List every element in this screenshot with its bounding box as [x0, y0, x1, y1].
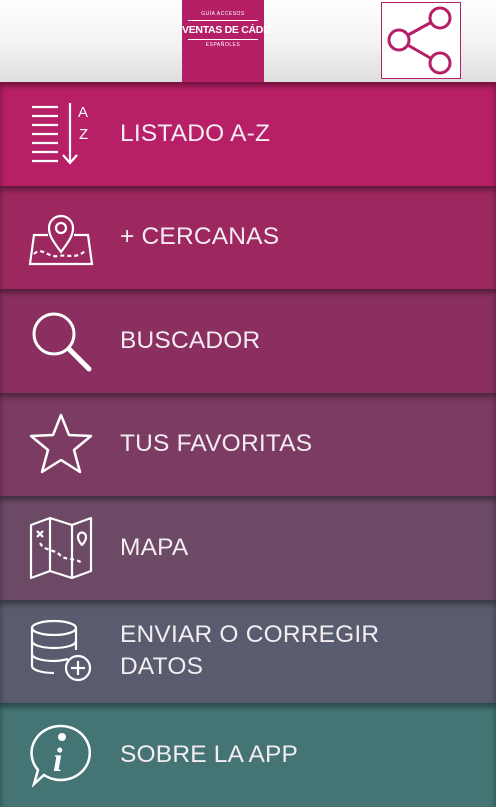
menu-item-listado[interactable]: A Z LISTADO A-Z: [0, 82, 496, 186]
map-pin-icon: [28, 215, 94, 266]
svg-text:i: i: [53, 742, 63, 779]
menu-item-label: + CERCANAS: [120, 223, 280, 251]
menu-item-mapa[interactable]: MAPA: [0, 496, 496, 600]
app-logo: GUÍA ACCESOS VENTAS DE CÁDIZ ESPAÑOLES: [182, 0, 272, 82]
logo-divider: [188, 39, 258, 40]
menu-item-sobre-app[interactable]: i SOBRE LA APP: [0, 703, 496, 807]
map-icon: [29, 516, 93, 579]
menu-item-label: SOBRE LA APP: [120, 740, 299, 768]
menu-item-label: BUSCADOR: [120, 326, 261, 354]
menu-item-cercanas[interactable]: + CERCANAS: [0, 185, 496, 289]
menu-item-label: MAPA: [120, 533, 189, 561]
menu-item-buscador[interactable]: BUSCADOR: [0, 289, 496, 393]
sort-az-icon: A Z: [32, 102, 88, 165]
app-header: GUÍA ACCESOS VENTAS DE CÁDIZ ESPAÑOLES: [0, 0, 496, 82]
logo-top-text: GUÍA ACCESOS: [201, 11, 245, 17]
share-icon: [387, 6, 452, 75]
logo-title: VENTAS DE CÁDIZ: [182, 24, 272, 36]
star-icon: [29, 414, 93, 474]
menu-item-label: ENVIAR O CORREGIR DATOS: [120, 621, 380, 681]
info-icon: i: [30, 724, 92, 788]
svg-text:Z: Z: [79, 126, 88, 143]
share-button[interactable]: [381, 2, 461, 79]
menu-item-label: TUS FAVORITAS: [120, 430, 313, 458]
menu-item-favoritas[interactable]: TUS FAVORITAS: [0, 392, 496, 496]
svg-text:A: A: [78, 104, 88, 121]
logo-bottom-text: ESPAÑOLES: [205, 42, 241, 48]
menu-item-label: LISTADO A-Z: [120, 119, 271, 147]
logo-divider: [188, 20, 258, 21]
database-add-icon: [30, 620, 92, 682]
search-icon: [32, 312, 92, 372]
menu-item-enviar-datos[interactable]: ENVIAR O CORREGIR DATOS: [0, 599, 496, 703]
main-menu: A Z LISTADO A-Z + CERCANAS BUSCADOR TUS …: [0, 82, 496, 807]
